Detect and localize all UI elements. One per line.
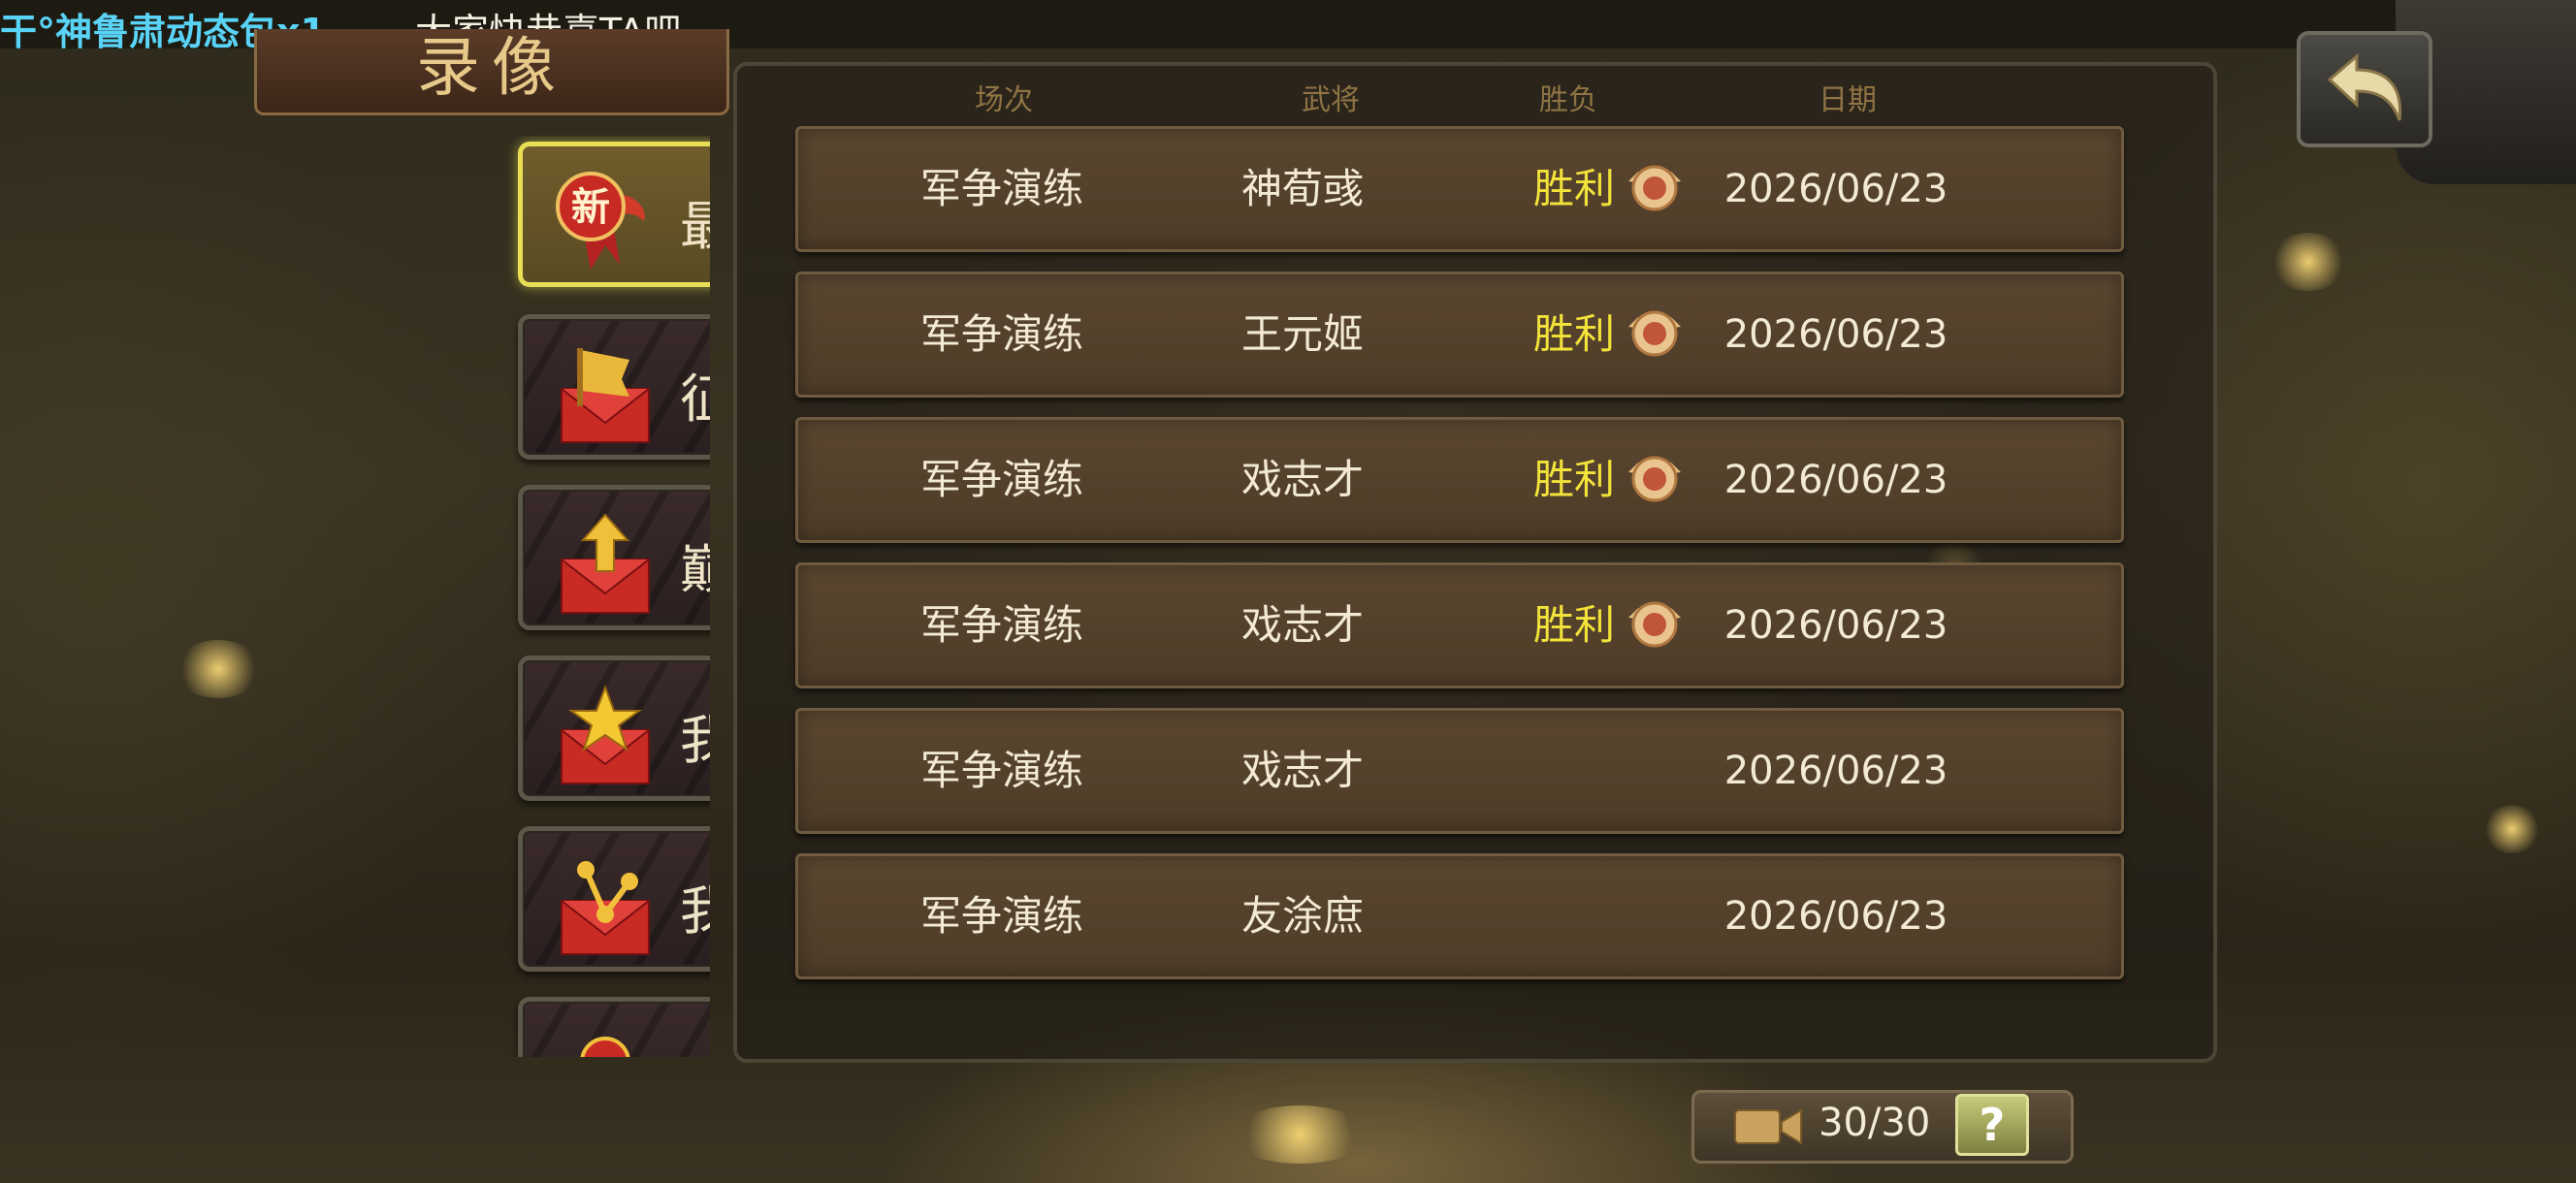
cell-general: 戏志才 (1240, 456, 1364, 503)
header-general: 武将 (1302, 83, 1360, 117)
back-button[interactable] (2297, 31, 2432, 147)
sidebar[interactable]: 新 最新录像 征战记录 巅峰时刻 我的收藏 (254, 136, 710, 1057)
cell-date: 2026/06/23 (1723, 167, 1948, 211)
cell-general: 神荀彧 (1240, 165, 1364, 212)
page-title: 录像 (416, 30, 567, 105)
cell-scene: 军争演练 (919, 601, 1083, 649)
cell-general: 戏志才 (1240, 601, 1364, 649)
table-row[interactable]: 军争演练 戏志才 2026/06/23 (795, 708, 2124, 834)
arrow-envelope-icon (561, 513, 650, 614)
back-arrow-icon (2327, 52, 2402, 121)
cell-date: 2026/06/23 (1723, 312, 1948, 357)
help-button[interactable]: ? (1955, 1094, 2029, 1156)
sidebar-item-shares[interactable]: 我的分享 (518, 826, 710, 972)
table-row[interactable]: 军争演练 友涂庶 2026/06/23 (795, 853, 2124, 979)
cell-result (1516, 856, 1632, 976)
cell-date: 2026/06/23 (1723, 749, 1948, 793)
light-spark (1232, 1105, 1368, 1164)
recording-count: 30/30 (1819, 1101, 1931, 1145)
table-row[interactable]: 军争演练 戏志才 胜利 2026/06/23 (795, 417, 2124, 543)
sidebar-item-peak[interactable]: 巅峰时刻 (518, 485, 710, 630)
new-ribbon-icon: 新 (556, 172, 645, 270)
sidebar-item-latest[interactable]: 新 最新录像 (518, 142, 710, 287)
sidebar-item-label: 巅峰时刻 (680, 527, 710, 603)
light-spark (175, 640, 262, 698)
cell-scene: 军争演练 (919, 310, 1083, 358)
sidebar-item-label: 征战记录 (680, 356, 710, 432)
cell-general: 戏志才 (1240, 747, 1364, 794)
cell-result: 胜利 (1532, 310, 1615, 358)
cell-date: 2026/06/23 (1723, 458, 1948, 502)
cell-general: 王元姬 (1240, 310, 1364, 358)
flag-envelope-icon (561, 348, 650, 443)
cell-result (1516, 711, 1632, 831)
table-row[interactable]: 军争演练 神荀彧 胜利 2026/06/23 (795, 126, 2124, 252)
cell-scene: 军争演练 (919, 747, 1083, 794)
cell-scene: 军争演练 (919, 892, 1083, 940)
partial-item-icon (580, 1037, 630, 1057)
cell-date: 2026/06/23 (1723, 894, 1948, 939)
sidebar-item-favorites[interactable]: 我的收藏 (518, 655, 710, 801)
cell-result: 胜利 (1532, 601, 1615, 649)
table-row[interactable]: 军争演练 戏志才 胜利 2026/06/23 (795, 562, 2124, 688)
cell-scene: 军争演练 (919, 165, 1083, 212)
sidebar-item-label: 我的收藏 (680, 697, 710, 774)
light-spark (2270, 233, 2347, 291)
cell-date: 2026/06/23 (1723, 603, 1948, 648)
sidebar-item-label: 我的分享 (680, 868, 710, 944)
page-title-plate: 录像 (254, 29, 729, 115)
star-envelope-icon (561, 685, 650, 784)
header-scene: 场次 (975, 83, 1033, 117)
sidebar-item-label: 最新录像 (680, 183, 710, 260)
cell-general: 友涂庶 (1240, 892, 1364, 940)
sidebar-item-partial[interactable] (518, 997, 710, 1057)
sidebar-item-campaign[interactable]: 征战记录 (518, 314, 710, 460)
share-envelope-icon (561, 861, 650, 955)
video-camera-icon (1734, 1108, 1802, 1145)
cell-result: 胜利 (1532, 456, 1615, 503)
header-date: 日期 (1819, 83, 1877, 117)
header-result: 胜负 (1539, 83, 1597, 117)
cell-scene: 军争演练 (919, 456, 1083, 503)
new-badge-text: 新 (571, 184, 610, 230)
table-row[interactable]: 军争演练 王元姬 胜利 2026/06/23 (795, 272, 2124, 398)
light-spark (2483, 805, 2541, 853)
cell-result: 胜利 (1532, 165, 1615, 212)
